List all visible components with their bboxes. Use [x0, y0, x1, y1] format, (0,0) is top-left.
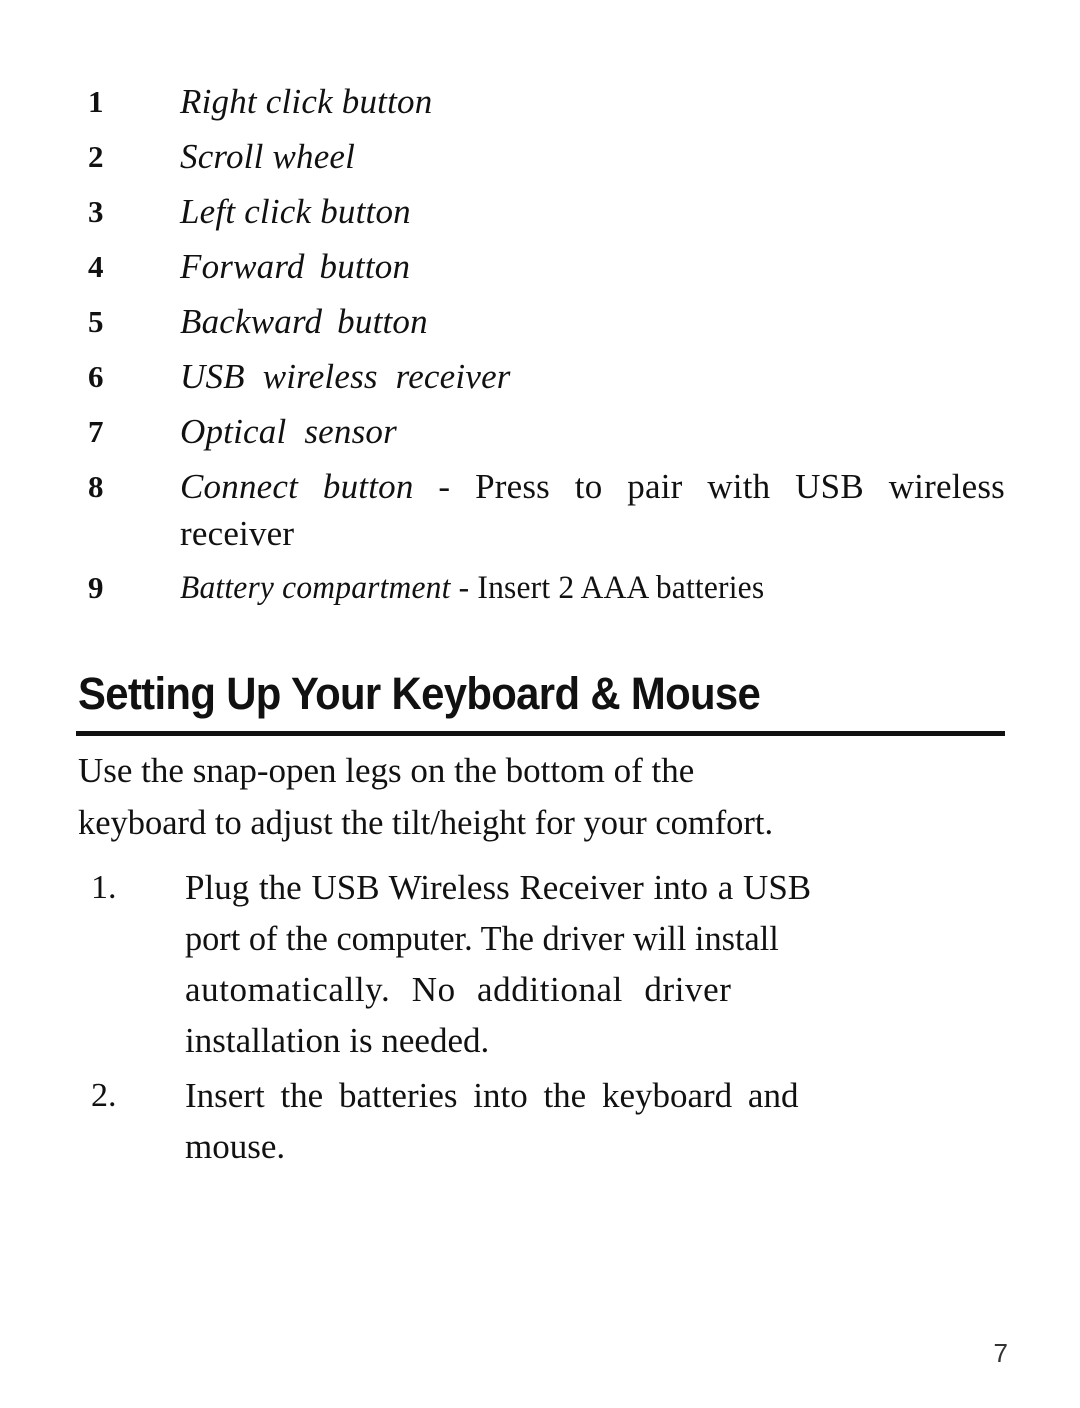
- step-line-4: installation is needed.: [185, 1021, 490, 1060]
- list-item: 9 Battery compartment - Insert 2 AAA bat…: [75, 565, 1005, 612]
- part-label: USB wireless receiver: [180, 357, 511, 396]
- step-number: 2.: [91, 1077, 117, 1114]
- list-item: 2 Scroll wheel: [75, 133, 1005, 180]
- part-term: Connect button: [180, 467, 414, 506]
- step-text: Plug the USB Wireless Receiver into a US…: [185, 862, 1005, 1066]
- intro-line-1: Use the snap-open legs on the bottom of …: [78, 751, 695, 790]
- list-item: 5 Backward button: [75, 298, 1005, 345]
- parts-legend-list: 1 Right click button 2 Scroll wheel 3 Le…: [75, 78, 1005, 620]
- part-number: 8: [88, 469, 104, 504]
- step-line-2: mouse.: [185, 1127, 286, 1166]
- part-number: 9: [88, 570, 104, 605]
- list-item: 2. Insert the batteries into the keyboar…: [75, 1070, 1005, 1172]
- page-number: 7: [993, 1338, 1008, 1368]
- part-number: 2: [88, 139, 104, 174]
- list-item: 8 Connect button - Press to pair with US…: [75, 463, 1005, 557]
- part-number: 7: [88, 414, 104, 449]
- intro-line-2: keyboard to adjust the tilt/height for y…: [78, 803, 774, 842]
- intro-paragraph: Use the snap-open legs on the bottom of …: [78, 745, 1004, 849]
- step-line-1: Insert the batteries into the keyboard a…: [185, 1076, 799, 1115]
- step-line-1: Plug the USB Wireless Receiver into a US…: [185, 868, 812, 907]
- part-label: Backward button: [180, 302, 428, 341]
- setup-steps-list: 1. Plug the USB Wireless Receiver into a…: [75, 862, 1005, 1176]
- list-item: 1 Right click button: [75, 78, 1005, 125]
- part-label: Forward button: [180, 247, 411, 286]
- part-number: 4: [88, 249, 104, 284]
- part-label: Scroll wheel: [180, 137, 356, 176]
- list-item: 3 Left click button: [75, 188, 1005, 235]
- part-number: 1: [88, 84, 104, 119]
- part-term: Battery compartment: [180, 570, 451, 606]
- step-text: Insert the batteries into the keyboard a…: [185, 1070, 1005, 1172]
- part-number: 6: [88, 359, 104, 394]
- list-item: 1. Plug the USB Wireless Receiver into a…: [75, 862, 1005, 1066]
- part-number: 3: [88, 194, 104, 229]
- list-item: 7 Optical sensor: [75, 408, 1005, 455]
- list-item: 4 Forward button: [75, 243, 1005, 290]
- step-line-2: port of the computer. The driver will in…: [185, 919, 779, 958]
- part-label: Left click button: [180, 192, 411, 231]
- list-item: 6 USB wireless receiver: [75, 353, 1005, 400]
- heading-divider: [76, 731, 1005, 736]
- part-label: Optical sensor: [180, 412, 397, 451]
- part-label: Battery compartment - Insert 2 AAA batte…: [180, 565, 968, 612]
- part-label: Connect button - Press to pair with USB …: [180, 463, 1005, 557]
- step-number: 1.: [91, 869, 117, 906]
- document-page: 1 Right click button 2 Scroll wheel 3 Le…: [0, 0, 1080, 1408]
- section-heading: Setting Up Your Keyboard & Mouse: [78, 668, 761, 719]
- part-label: Right click button: [180, 82, 433, 121]
- step-line-3: automatically. No additional driver: [185, 970, 732, 1009]
- part-number: 5: [88, 304, 104, 339]
- part-description: - Insert 2 AAA batteries: [450, 570, 765, 606]
